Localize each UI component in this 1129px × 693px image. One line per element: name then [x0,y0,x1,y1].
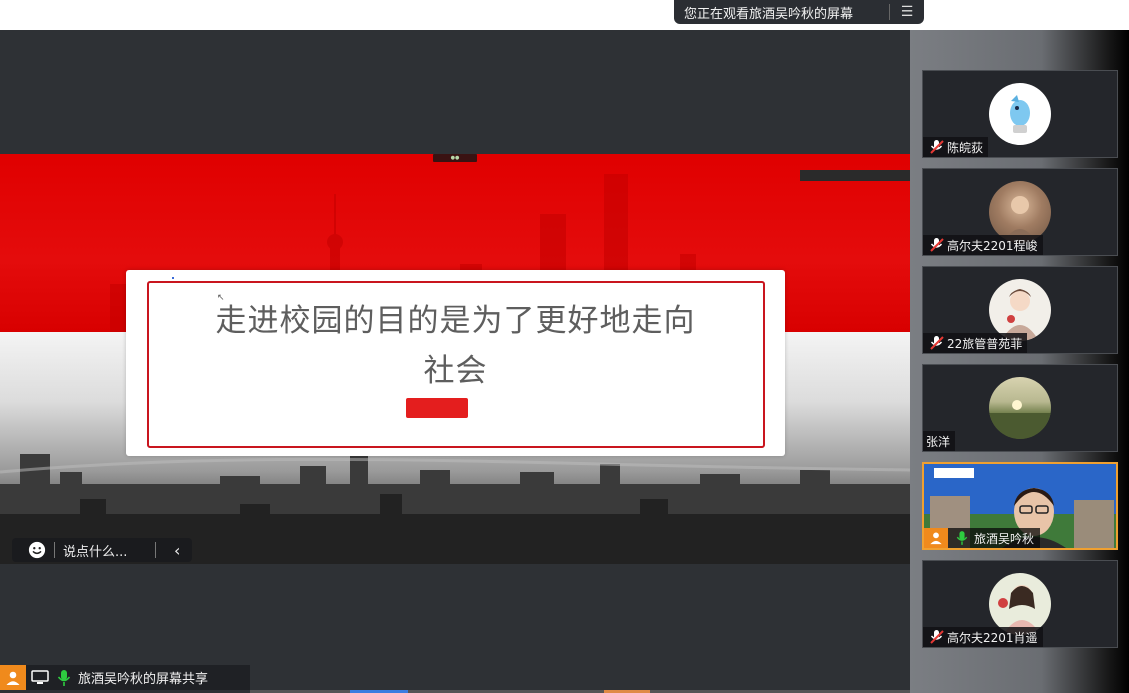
viewing-screen-banner: 您正在观看旅酒吴吟秋的屏幕 ☰ [674,0,924,24]
inner-meeting-tag: ●● [433,154,477,162]
mic-active-icon [54,668,74,688]
participant-name-bar: 旅酒吴吟秋 [924,528,1041,548]
screen-share-text: 旅酒吴吟秋的屏幕共享 [78,672,209,687]
participant-name-bar: 陈皖荻 [923,137,989,157]
participant-tile[interactable]: 高尔夫2201程峻 [922,168,1118,256]
participant-name: 高尔夫2201肖遥 [947,630,1038,645]
slide-title-card: 走进校园的目的是为了更好地走向 社会 [126,270,785,456]
cartoon-avatar [989,83,1051,145]
mic-muted-icon [927,333,947,353]
user-icon [924,528,948,548]
mic-muted-icon [927,235,947,255]
participant-name-bar: 高尔夫2201肖遥 [923,627,1043,647]
participant-name-bar: 张洋 [923,431,956,451]
card-dot [172,277,174,279]
chat-divider-2 [155,542,156,558]
collapse-chevron-icon[interactable]: ‹ [174,541,180,560]
participant-name-bar: 高尔夫2201程峻 [923,235,1043,255]
user-icon [0,665,26,690]
slide-headline-line2: 社会 [423,353,488,389]
participant-name: 旅酒吴吟秋 [974,531,1035,546]
participant-tile[interactable]: 陈皖荻 [922,70,1118,158]
mic-muted-icon [927,627,947,647]
list-menu-icon[interactable]: ☰ [890,4,924,20]
participant-tile[interactable]: 22旅管普苑菲 [922,266,1118,354]
inner-status-bar [800,170,910,181]
participant-name: 高尔夫2201程峻 [947,238,1038,253]
mouse-cursor-icon: ↖ [217,293,225,303]
screen-share-label: 旅酒吴吟秋的屏幕共享 [0,665,250,690]
viewing-banner-text: 您正在观看旅酒吴吟秋的屏幕 [684,6,854,22]
slide-headline-line1: 走进校园的目的是为了更好地走向 [215,303,696,339]
mic-active-icon [952,528,972,548]
chat-input[interactable]: 说点什么... [63,541,147,560]
participant-tile-active[interactable]: 旅酒吴吟秋 [922,462,1118,550]
participant-tile[interactable]: 张洋 [922,364,1118,452]
participants-sidebar: 陈皖荻 高尔夫2201程峻 22旅管普苑菲 张洋 旅酒吴吟秋 高尔夫2201肖遥 [910,30,1129,693]
photo-avatar [989,573,1051,635]
participant-name: 22旅管普苑菲 [947,336,1023,351]
screen-share-icon [30,668,50,688]
photo-avatar [989,279,1051,341]
participant-name-bar: 22旅管普苑菲 [923,333,1028,353]
slide-red-button [406,398,468,418]
landscape-avatar [989,377,1051,439]
chat-input-bar[interactable]: 说点什么... ‹ [12,538,192,562]
chat-divider [54,542,55,558]
participant-name: 张洋 [926,434,951,449]
emoji-icon[interactable] [28,541,46,559]
slide-headline: 走进校园的目的是为了更好地走向 社会 [126,296,785,396]
participant-tile[interactable]: 高尔夫2201肖遥 [922,560,1118,648]
mic-muted-icon [927,137,947,157]
top-bar: 您正在观看旅酒吴吟秋的屏幕 ☰ [0,0,1129,30]
photo-avatar [989,181,1051,243]
participant-name: 陈皖荻 [947,140,984,155]
